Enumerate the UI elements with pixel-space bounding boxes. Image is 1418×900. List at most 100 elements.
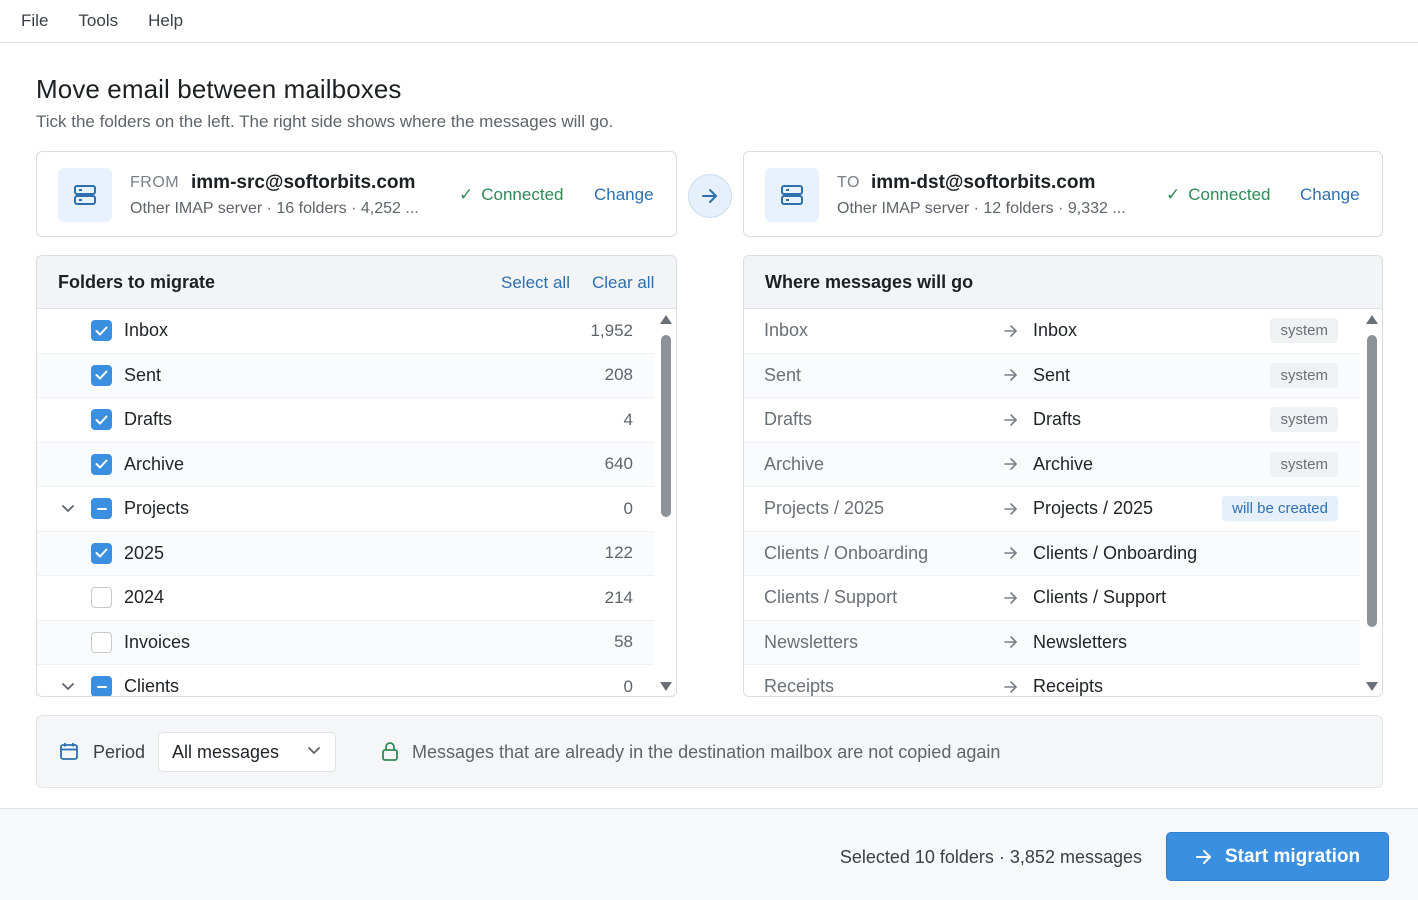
scroll-thumb[interactable]: [1367, 335, 1377, 627]
selection-summary: Selected 10 folders · 3,852 messages: [839, 847, 1142, 867]
mapping-row: Sent Sent system: [744, 353, 1360, 398]
chevron-down-icon[interactable]: [61, 504, 75, 514]
check-icon: [95, 326, 108, 336]
mapping-target: Projects / 2025: [1033, 498, 1154, 519]
check-icon: ✓: [1166, 185, 1181, 204]
folder-name: Inbox: [124, 320, 169, 341]
period-select[interactable]: All messages: [158, 732, 336, 772]
folder-checkbox[interactable]: [91, 409, 112, 431]
mapping-target: Inbox: [1033, 320, 1078, 341]
folder-count: 208: [604, 365, 633, 385]
scroll-up-icon[interactable]: [660, 315, 672, 324]
folder-name: 2025: [124, 542, 165, 563]
scroll-up-icon[interactable]: [1366, 315, 1378, 324]
start-migration-label: Start migration: [1224, 845, 1361, 867]
folder-row[interactable]: Archive 640: [37, 442, 654, 487]
folder-checkbox[interactable]: [91, 364, 112, 386]
check-icon: [95, 459, 108, 469]
arrow-right-icon: [1004, 413, 1017, 426]
mapping-row: Inbox Inbox system: [744, 309, 1360, 354]
folder-row[interactable]: Inbox 1,952: [37, 309, 654, 354]
folder-checkbox[interactable]: [91, 453, 112, 475]
source-label: FROM: [130, 174, 180, 191]
destination-change-link[interactable]: Change: [1300, 185, 1360, 205]
folder-checkbox[interactable]: [91, 320, 112, 342]
folder-row[interactable]: Sent 208: [37, 353, 654, 398]
folder-row[interactable]: 2024 214: [37, 576, 654, 621]
mapping-target: Archive: [1033, 453, 1094, 474]
arrow-right-icon: [1004, 591, 1017, 604]
source-meta: Other IMAP server · 16 folders · 4,252 .…: [130, 200, 419, 217]
check-icon: [95, 415, 108, 425]
server-icon: [765, 168, 819, 222]
mapping-panel: Where messages will go Inbox Inbox system S…: [743, 255, 1383, 697]
folder-checkbox[interactable]: [91, 498, 112, 520]
mapping-source: Newsletters: [764, 631, 859, 652]
mapping-source: Archive: [764, 453, 825, 474]
folder-checkbox[interactable]: [91, 676, 112, 696]
select-all-link[interactable]: Select all: [501, 273, 570, 293]
folder-name: Projects: [124, 498, 190, 519]
mapping-target: Newsletters: [1033, 631, 1128, 652]
folder-row[interactable]: Clients 0: [37, 665, 654, 696]
destination-email: imm-dst@softorbits.com: [871, 172, 1096, 193]
folders-scrollbar[interactable]: [660, 313, 672, 693]
folder-count: 4: [623, 409, 633, 429]
mapping-source: Clients / Support: [764, 587, 898, 608]
folder-name: 2024: [124, 587, 165, 608]
mapping-row: Receipts Receipts: [744, 665, 1360, 697]
chevron-down-icon[interactable]: [61, 682, 75, 692]
folder-row[interactable]: 2025 122: [37, 531, 654, 576]
folder-checkbox[interactable]: [91, 542, 112, 564]
mapping-scrollbar[interactable]: [1366, 313, 1378, 693]
menu-bar: File Tools Help: [0, 0, 1418, 43]
check-icon: [95, 548, 108, 558]
page-subtitle: Tick the folders on the left. The right …: [36, 112, 614, 131]
mapping-row: Newsletters Newsletters: [744, 620, 1360, 665]
scroll-down-icon[interactable]: [660, 682, 672, 691]
folder-count: 122: [604, 543, 633, 563]
folder-count: 214: [604, 587, 633, 607]
source-account-card: FROM imm-src@softorbits.com Other IMAP s…: [36, 151, 677, 237]
folders-panel: Folders to migrate Select all Clear all …: [36, 255, 677, 697]
indeterminate-icon: [96, 507, 107, 510]
source-change-link[interactable]: Change: [594, 185, 654, 205]
folders-panel-header: Folders to migrate Select all Clear all: [37, 256, 676, 309]
menu-file[interactable]: File: [21, 11, 48, 31]
arrow-right-icon: [1004, 680, 1017, 693]
mapping-row: Clients / Onboarding Clients / Onboarding: [744, 531, 1360, 576]
indeterminate-icon: [96, 685, 107, 688]
clear-all-link[interactable]: Clear all: [592, 273, 654, 293]
scroll-thumb[interactable]: [661, 335, 671, 517]
chevron-down-icon: [308, 747, 320, 754]
destination-status: ✓ Connected: [1166, 185, 1270, 205]
folder-row[interactable]: Drafts 4: [37, 398, 654, 443]
arrow-right-icon: [702, 189, 717, 203]
arrow-right-icon: [1195, 849, 1211, 864]
folder-count: 58: [614, 632, 633, 652]
mapping-target: Drafts: [1033, 409, 1082, 430]
menu-help[interactable]: Help: [148, 11, 183, 31]
folder-checkbox[interactable]: [91, 631, 112, 653]
mapping-target: Receipts: [1033, 676, 1104, 697]
folder-row[interactable]: Projects 0: [37, 487, 654, 532]
folder-checkbox[interactable]: [91, 587, 112, 609]
system-badge: system: [1270, 362, 1338, 388]
mapping-source: Sent: [764, 364, 802, 385]
menu-tools[interactable]: Tools: [78, 11, 118, 31]
scroll-down-icon[interactable]: [1366, 682, 1378, 691]
folder-name: Drafts: [124, 409, 173, 430]
server-icon: [58, 168, 112, 222]
arrow-right-icon: [1004, 502, 1017, 515]
dedupe-note: Messages that are already in the destina…: [412, 742, 1001, 762]
folder-row[interactable]: Invoices 58: [37, 620, 654, 665]
period-bar: Period All messages Messages that are al…: [36, 715, 1383, 788]
destination-status-label: Connected: [1188, 185, 1271, 204]
start-migration-button[interactable]: Start migration: [1166, 832, 1389, 881]
folder-name: Invoices: [124, 631, 191, 652]
system-badge: system: [1270, 451, 1338, 477]
folder-count: 0: [623, 498, 633, 518]
mapping-row: Clients / Support Clients / Support: [744, 576, 1360, 621]
folder-count: 0: [623, 676, 633, 696]
mapping-source: Clients / Onboarding: [764, 542, 929, 563]
